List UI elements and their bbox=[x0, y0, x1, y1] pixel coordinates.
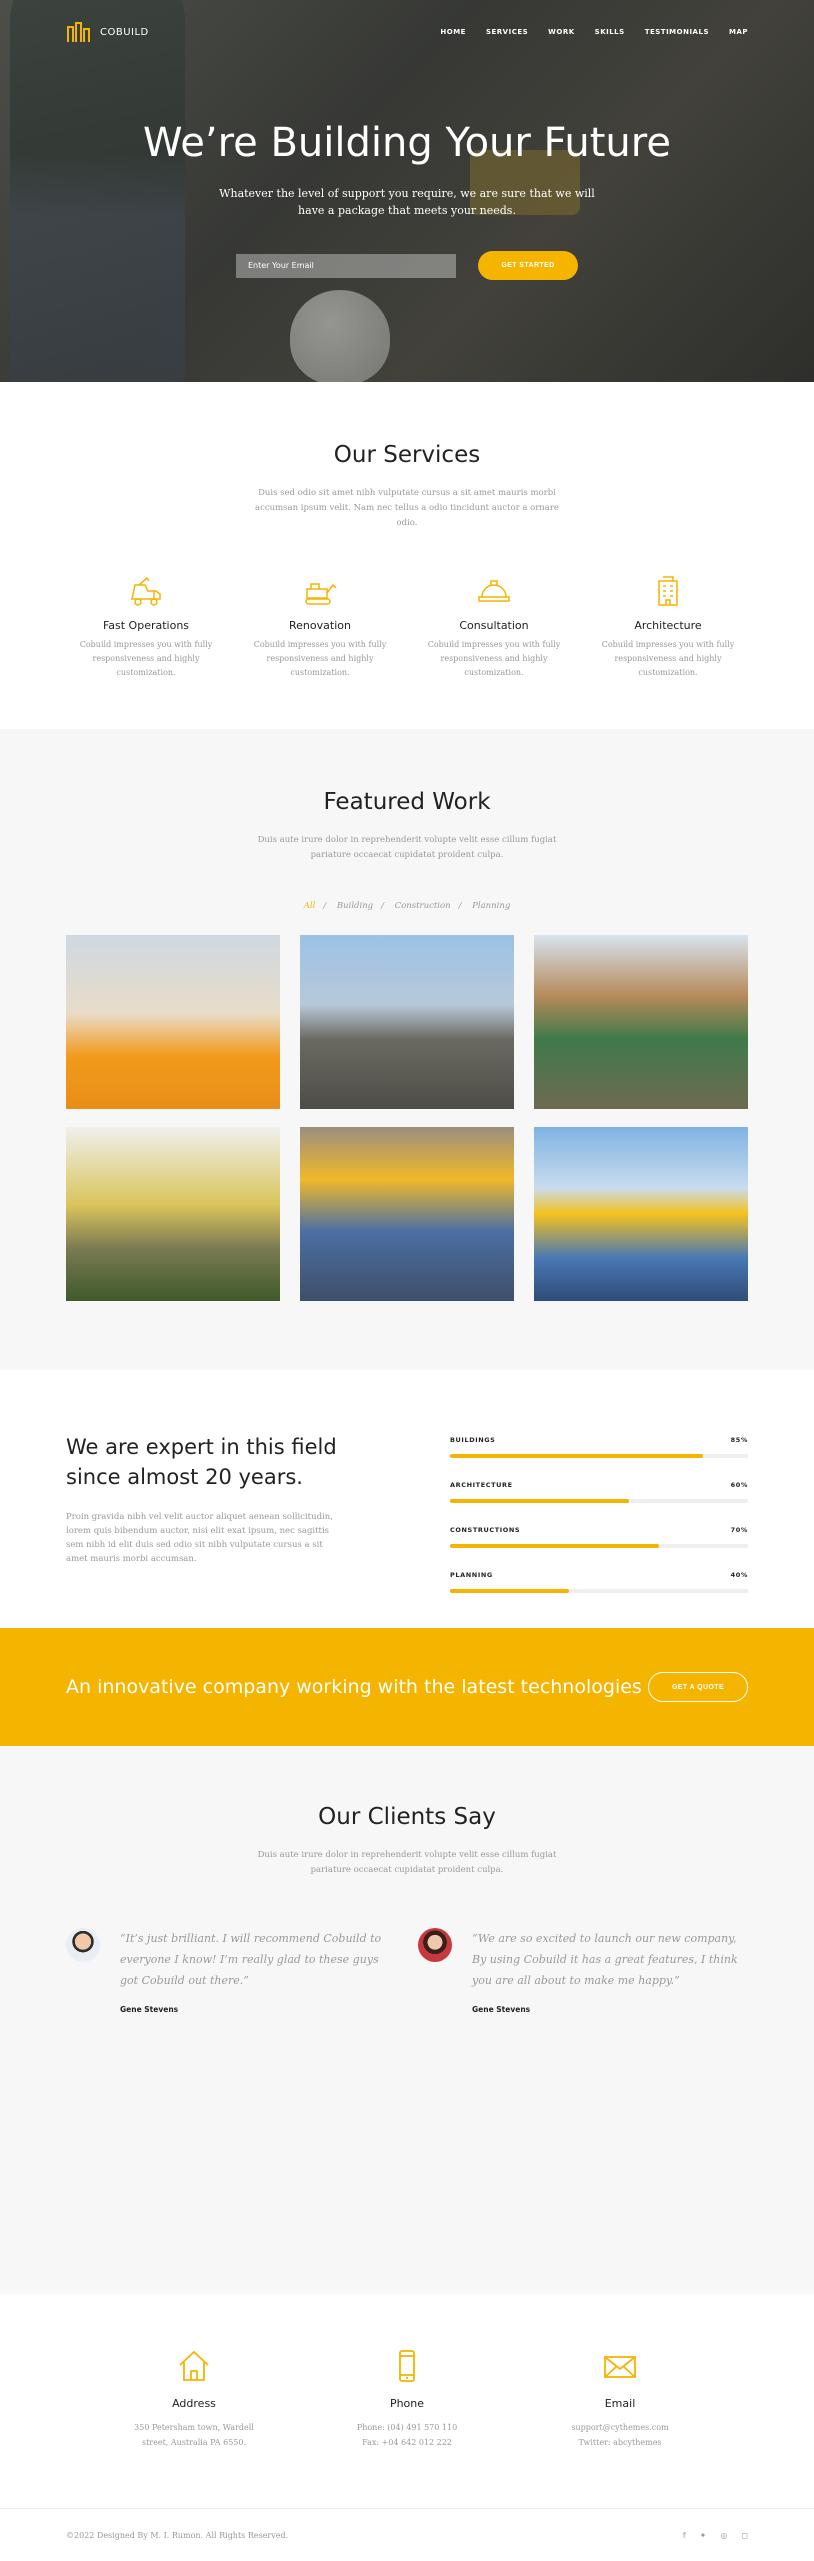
work-image[interactable] bbox=[66, 1127, 280, 1301]
envelope-icon bbox=[550, 2349, 690, 2383]
building-icon bbox=[588, 573, 748, 609]
filter-planning[interactable]: Planning bbox=[472, 901, 510, 911]
filter-all[interactable]: All bbox=[304, 901, 316, 911]
get-a-quote-button[interactable]: GET A QUOTE bbox=[648, 1672, 748, 1702]
testimonials-title: Our Clients Say bbox=[318, 1804, 496, 1830]
work-subtitle: Duis aute irure dolor in reprehenderit v… bbox=[257, 835, 557, 860]
nav-work[interactable]: WORK bbox=[548, 28, 575, 36]
skill-bar: BUILDINGS 85% bbox=[450, 1436, 748, 1458]
work-image[interactable] bbox=[534, 1127, 748, 1301]
contact-section: Address 350 Petersham town, Wardell stree… bbox=[0, 2294, 814, 2508]
nav-map[interactable]: MAP bbox=[729, 28, 748, 36]
phone-icon bbox=[337, 2349, 477, 2383]
contact-address: Address 350 Petersham town, Wardell stree… bbox=[124, 2349, 264, 2450]
service-text: Cobuild impresses you with fully respons… bbox=[427, 640, 561, 677]
work-section: Featured Work Duis aute irure dolor in r… bbox=[0, 729, 814, 1370]
top-nav: COBUILD HOME SERVICES WORK SKILLS TESTIM… bbox=[66, 20, 748, 44]
skill-fill bbox=[450, 1589, 570, 1593]
avatar bbox=[66, 1928, 100, 1962]
work-image[interactable] bbox=[300, 935, 514, 1109]
crane-truck-icon bbox=[66, 573, 226, 609]
work-image[interactable] bbox=[300, 1127, 514, 1301]
excavator-icon bbox=[240, 573, 400, 609]
service-title: Consultation bbox=[459, 619, 529, 632]
skill-fill bbox=[450, 1499, 629, 1503]
work-gallery bbox=[66, 935, 748, 1301]
service-title: Renovation bbox=[289, 619, 351, 632]
skills-section: We are expert in this field since almost… bbox=[0, 1370, 814, 1628]
testimonial: “It’s just brilliant. I will recommend C… bbox=[66, 1928, 396, 2014]
hero-title: We’re Building Your Future bbox=[143, 120, 671, 166]
work-image[interactable] bbox=[66, 935, 280, 1109]
nav-testimonials[interactable]: TESTIMONIALS bbox=[645, 28, 709, 36]
filter-construction[interactable]: Construction bbox=[395, 901, 451, 911]
social-links: f ✦ ◎ ◻ bbox=[683, 2531, 748, 2540]
filter-building[interactable]: Building bbox=[337, 901, 373, 911]
get-started-button[interactable]: GET STARTED bbox=[478, 251, 578, 280]
hero-section: COBUILD HOME SERVICES WORK SKILLS TESTIM… bbox=[0, 0, 814, 382]
service-card: Architecture Cobuild impresses you with … bbox=[588, 573, 748, 680]
contact-phone: Phone Phone: (04) 491 570 110 Fax: +04 64… bbox=[337, 2349, 477, 2450]
skill-bars: BUILDINGS 85% ARCHITECTURE 60% CONSTRUCTIO… bbox=[450, 1432, 748, 1616]
avatar bbox=[418, 1928, 452, 1962]
services-subtitle: Duis sed odio sit amet nibh vulputate cu… bbox=[255, 488, 559, 528]
skill-bar: PLANNING 40% bbox=[450, 1571, 748, 1593]
work-filters: All / Building / Construction / Planning bbox=[303, 901, 511, 911]
work-title: Featured Work bbox=[323, 789, 491, 815]
service-card: Consultation Cobuild impresses you with … bbox=[414, 573, 574, 680]
brand-name: COBUILD bbox=[100, 26, 149, 38]
email-input[interactable] bbox=[236, 253, 456, 278]
work-image[interactable] bbox=[534, 935, 748, 1109]
skill-bar: CONSTRUCTIONS 70% bbox=[450, 1526, 748, 1548]
nav-home[interactable]: HOME bbox=[440, 28, 466, 36]
service-title: Fast Operations bbox=[102, 619, 190, 632]
testimonial-quote: “It’s just brilliant. I will recommend C… bbox=[120, 1932, 382, 1987]
services-title: Our Services bbox=[333, 442, 481, 468]
skills-title: We are expert in this field since almost… bbox=[66, 1435, 337, 1489]
contact-email: Email support@cythemes.com Twitter: abcyt… bbox=[550, 2349, 690, 2450]
twitter-icon[interactable]: ✦ bbox=[700, 2531, 707, 2540]
service-card: Fast Operations Cobuild impresses you wi… bbox=[66, 573, 226, 680]
home-icon bbox=[124, 2349, 264, 2383]
nav-services[interactable]: SERVICES bbox=[486, 28, 528, 36]
skill-fill bbox=[450, 1454, 704, 1458]
service-title: Architecture bbox=[634, 619, 702, 632]
banner-text: An innovative company working with the l… bbox=[66, 1676, 642, 1698]
main-menu: HOME SERVICES WORK SKILLS TESTIMONIALS M… bbox=[440, 28, 748, 36]
testimonials-section: Our Clients Say Duis aute irure dolor in… bbox=[0, 1746, 814, 2294]
services-section: Our Services Duis sed odio sit amet nibh… bbox=[0, 382, 814, 729]
dribbble-icon[interactable]: ◎ bbox=[720, 2531, 727, 2540]
facebook-icon[interactable]: f bbox=[683, 2531, 686, 2540]
copyright: ©2022 Designed By M. I. Rumon. All Right… bbox=[66, 2530, 289, 2540]
cta-banner: An innovative company working with the l… bbox=[0, 1628, 814, 1746]
service-card: Renovation Cobuild impresses you with fu… bbox=[240, 573, 400, 680]
building-logo-icon bbox=[67, 22, 90, 42]
testimonial-author: Gene Stevens bbox=[120, 2005, 179, 2014]
testimonials-subtitle: Duis aute irure dolor in reprehenderit v… bbox=[257, 1850, 557, 1875]
testimonial-author: Gene Stevens bbox=[472, 2005, 531, 2014]
service-text: Cobuild impresses you with fully respons… bbox=[253, 640, 387, 677]
testimonial-quote: “We are so excited to launch our new com… bbox=[472, 1932, 738, 1987]
helmet-icon bbox=[414, 573, 574, 609]
subscribe-form: GET STARTED bbox=[236, 251, 578, 280]
instagram-icon[interactable]: ◻ bbox=[741, 2531, 748, 2540]
skill-bar: ARCHITECTURE 60% bbox=[450, 1481, 748, 1503]
footer: ©2022 Designed By M. I. Rumon. All Right… bbox=[0, 2508, 814, 2560]
skill-fill bbox=[450, 1544, 659, 1548]
service-text: Cobuild impresses you with fully respons… bbox=[79, 640, 213, 677]
hero-lead: Whatever the level of support you requir… bbox=[219, 187, 595, 217]
service-text: Cobuild impresses you with fully respons… bbox=[601, 640, 735, 677]
brand-logo[interactable]: COBUILD bbox=[66, 20, 149, 44]
nav-skills[interactable]: SKILLS bbox=[595, 28, 625, 36]
testimonial: “We are so excited to launch our new com… bbox=[418, 1928, 748, 2014]
skills-text: Proin gravida nibh vel velit auctor aliq… bbox=[66, 1512, 333, 1564]
